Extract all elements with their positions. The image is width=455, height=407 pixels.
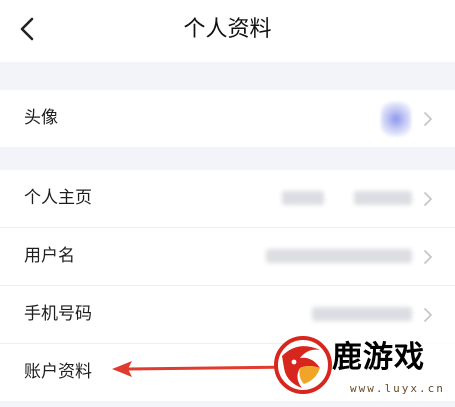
app-header: 个人资料 <box>0 0 455 62</box>
chevron-right-icon <box>424 192 432 206</box>
blurred-value <box>312 307 412 321</box>
avatar <box>381 102 411 136</box>
row-homepage[interactable]: 个人主页 <box>0 170 455 228</box>
blurred-value <box>266 249 412 263</box>
row-label-account-info: 账户资料 <box>24 362 92 382</box>
avatar-section: 头像 <box>0 90 455 147</box>
page-title: 个人资料 <box>183 17 272 42</box>
row-label-phone: 手机号码 <box>24 304 92 324</box>
chevron-right-icon <box>424 112 432 126</box>
blurred-value <box>282 191 324 205</box>
blurred-value <box>354 191 412 205</box>
row-label-homepage: 个人主页 <box>24 188 92 208</box>
row-username[interactable]: 用户名 <box>0 228 455 286</box>
deer-logo-icon <box>274 336 332 394</box>
chevron-right-icon <box>424 250 432 264</box>
row-avatar[interactable]: 头像 <box>0 90 455 147</box>
row-label-username: 用户名 <box>24 246 75 266</box>
row-label-avatar: 头像 <box>24 108 58 128</box>
watermark: 鹿游戏 www.luyx.cn <box>266 322 455 407</box>
chevron-right-icon <box>424 308 432 322</box>
watermark-url: www.luyx.cn <box>350 382 445 395</box>
watermark-name: 鹿游戏 <box>332 340 425 375</box>
